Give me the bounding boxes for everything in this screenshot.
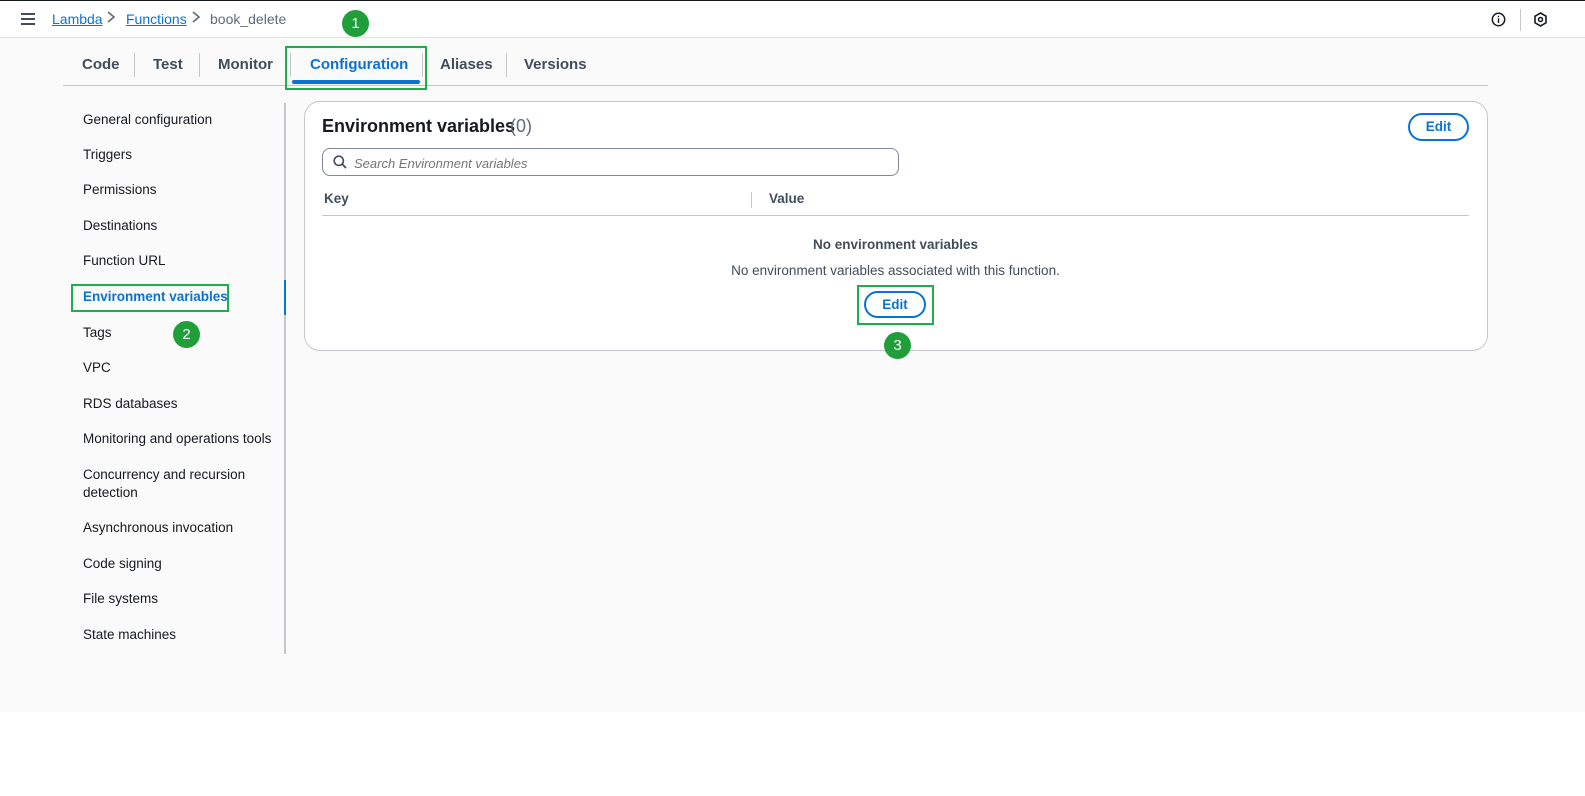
edit-button[interactable]: Edit [1408,113,1469,141]
tab-code[interactable]: Code [82,56,120,73]
search-input[interactable] [352,151,896,175]
column-divider [751,192,752,208]
tab-aliases[interactable]: Aliases [440,56,493,73]
panel-title: Environment variables [322,116,516,136]
empty-state-title: No environment variables [812,237,979,252]
tab-bar-border [63,85,1488,86]
menu-icon[interactable] [21,12,35,25]
sidebar-item-triggers[interactable]: Triggers [83,146,132,164]
breadcrumb-functions[interactable]: Functions [126,11,187,27]
sidebar-item-file-systems[interactable]: File systems [83,590,158,608]
search-icon [333,155,347,174]
tab-test[interactable]: Test [153,56,183,73]
empty-state-description: No environment variables associated with… [731,263,1060,278]
sidebar-item-async-invocation[interactable]: Asynchronous invocation [83,519,233,537]
settings-icon[interactable] [1533,12,1548,32]
table-header-border [322,215,1469,216]
tab-divider [134,53,135,77]
tab-divider [199,53,200,77]
chevron-right-icon [191,9,201,28]
column-header-key[interactable]: Key [324,191,349,206]
sidebar-item-rds-databases[interactable]: RDS databases [83,395,178,413]
sidebar-item-state-machines[interactable]: State machines [83,626,176,644]
sidebar-divider [284,103,286,654]
sidebar-item-monitoring[interactable]: Monitoring and operations tools [83,430,271,448]
sidebar-item-tags[interactable]: Tags [83,324,112,342]
breadcrumb-lambda[interactable]: Lambda [52,11,103,27]
panel-count: (0) [510,116,532,136]
tab-monitor[interactable]: Monitor [218,56,273,73]
highlight-box-environment-variables [71,284,229,312]
sidebar-item-destinations[interactable]: Destinations [83,217,157,235]
sidebar-item-general-configuration[interactable]: General configuration [83,111,212,129]
annotation-badge-1: 1 [342,10,369,37]
tab-versions[interactable]: Versions [524,56,587,73]
sidebar-item-concurrency-line2[interactable]: detection [83,484,138,502]
top-navigation-bar: Lambda Functions book_delete [0,0,1585,38]
sidebar-item-vpc[interactable]: VPC [83,359,111,377]
sidebar-active-indicator [284,280,286,315]
highlight-box-configuration [285,46,427,90]
divider [1520,9,1521,31]
annotation-badge-3: 3 [884,332,911,359]
highlight-box-edit [857,285,934,325]
chevron-right-icon [106,9,116,28]
column-header-value[interactable]: Value [769,191,804,206]
annotation-badge-2: 2 [173,321,200,348]
tab-divider [506,53,507,77]
sidebar-item-code-signing[interactable]: Code signing [83,555,162,573]
info-icon[interactable] [1491,12,1506,32]
breadcrumb-current: book_delete [210,11,287,27]
sidebar-item-function-url[interactable]: Function URL [83,252,166,270]
sidebar-item-concurrency[interactable]: Concurrency and recursion [83,466,245,484]
sidebar-item-permissions[interactable]: Permissions [83,181,157,199]
